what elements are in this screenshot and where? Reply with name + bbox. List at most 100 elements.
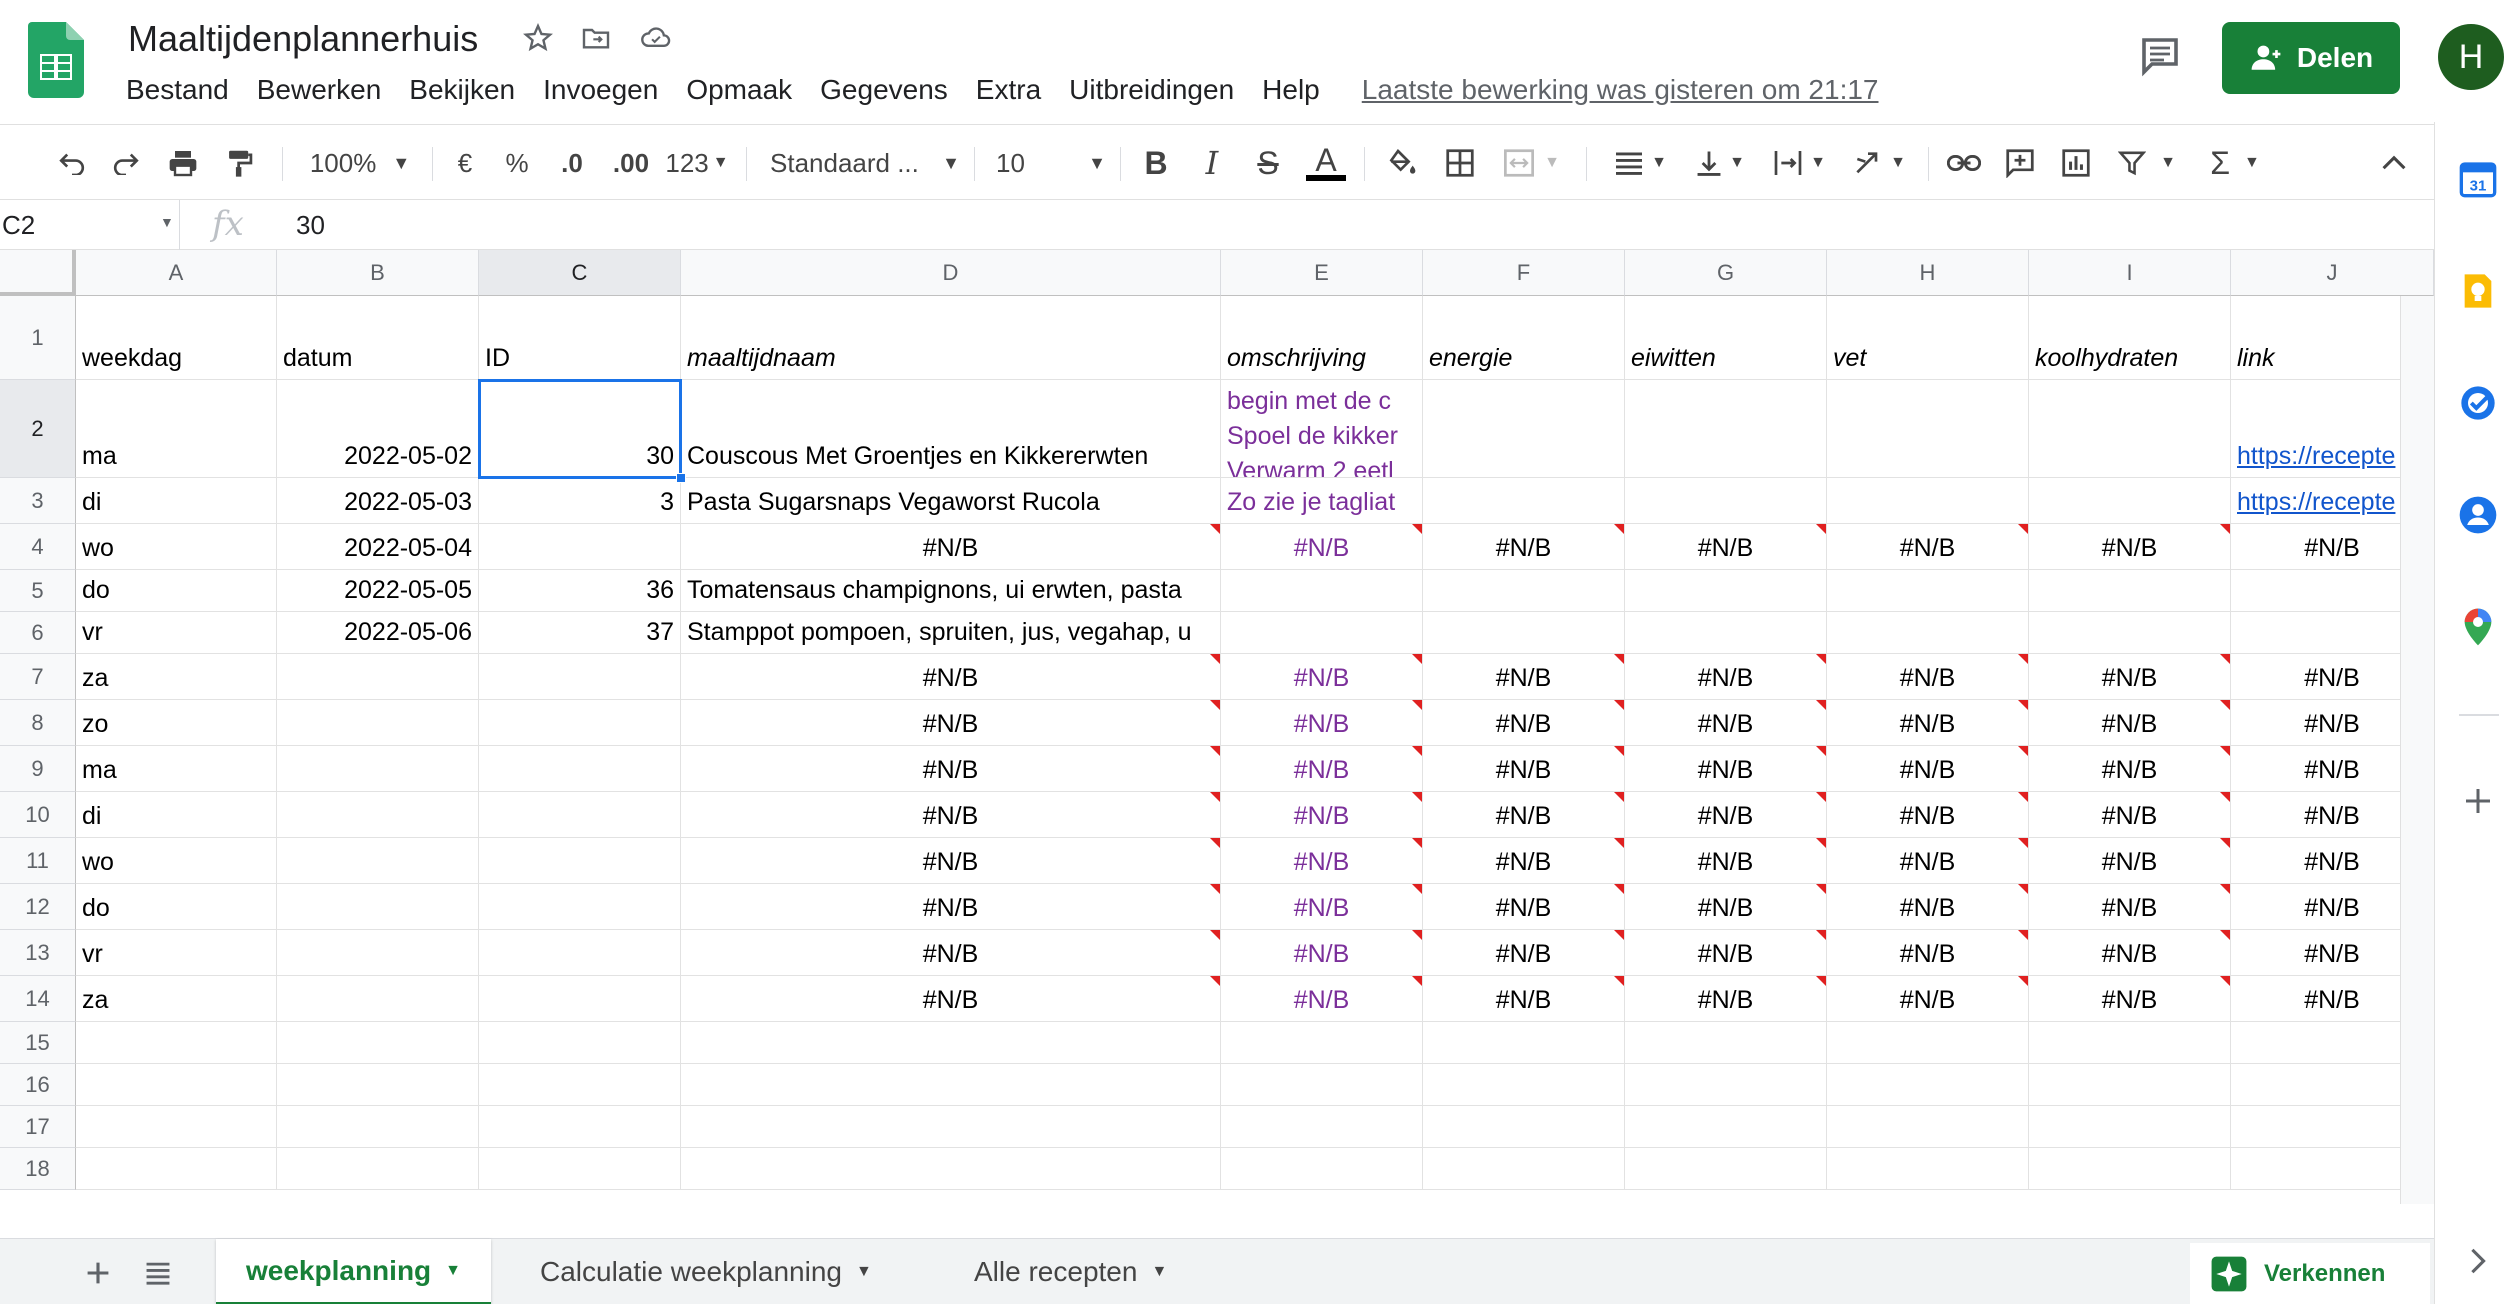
cell-i9[interactable]: #N/B — [2029, 746, 2231, 792]
cell-f3[interactable] — [1423, 478, 1625, 524]
cell-f9[interactable]: #N/B — [1423, 746, 1625, 792]
cell-f2[interactable] — [1423, 380, 1625, 478]
cell-f5[interactable] — [1423, 570, 1625, 612]
cell-i7[interactable]: #N/B — [2029, 654, 2231, 700]
insert-chart-icon[interactable] — [2056, 139, 2096, 187]
filter-icon[interactable]: ▼ — [2112, 139, 2182, 187]
cell-h16[interactable] — [1827, 1064, 2029, 1106]
cell-c12[interactable] — [479, 884, 681, 930]
name-box[interactable]: C2 ▼ — [0, 200, 180, 250]
horizontal-align-icon[interactable]: ▼ — [1610, 139, 1670, 187]
cell-d18[interactable] — [681, 1148, 1221, 1190]
tasks-icon[interactable] — [2455, 380, 2501, 426]
cell-a5[interactable]: do — [76, 570, 277, 612]
cell-b1[interactable]: datum — [277, 296, 479, 380]
cell-c16[interactable] — [479, 1064, 681, 1106]
cell-a7[interactable]: za — [76, 654, 277, 700]
cloud-saved-icon[interactable] — [636, 18, 676, 58]
cell-d5[interactable]: Tomatensaus champignons, ui erwten, past… — [681, 570, 1221, 612]
cell-h13[interactable]: #N/B — [1827, 930, 2029, 976]
cell-d6[interactable]: Stamppot pompoen, spruiten, jus, vegahap… — [681, 612, 1221, 654]
cell-e7[interactable]: #N/B — [1221, 654, 1423, 700]
all-sheets-icon[interactable] — [138, 1253, 178, 1293]
functions-icon[interactable]: Σ ▼ — [2200, 139, 2270, 187]
cell-a4[interactable]: wo — [76, 524, 277, 570]
menu-bekijken[interactable]: Bekijken — [395, 74, 529, 106]
print-icon[interactable] — [164, 139, 202, 187]
cell-f8[interactable]: #N/B — [1423, 700, 1625, 746]
vertical-align-icon[interactable]: ▼ — [1690, 139, 1750, 187]
explore-button[interactable]: Verkennen — [2190, 1243, 2430, 1304]
vertical-scrollbar[interactable] — [2400, 296, 2434, 1204]
cell-i2[interactable] — [2029, 380, 2231, 478]
cell-b8[interactable] — [277, 700, 479, 746]
add-sheet-icon[interactable] — [78, 1253, 118, 1293]
keep-icon[interactable] — [2455, 268, 2501, 314]
cell-c15[interactable] — [479, 1022, 681, 1064]
undo-icon[interactable] — [54, 139, 90, 187]
cell-f15[interactable] — [1423, 1022, 1625, 1064]
cell-c11[interactable] — [479, 838, 681, 884]
cell-d13[interactable]: #N/B — [681, 930, 1221, 976]
row-header-18[interactable]: 18 — [0, 1148, 76, 1190]
cell-d17[interactable] — [681, 1106, 1221, 1148]
cell-c7[interactable] — [479, 654, 681, 700]
document-title[interactable]: Maaltijdenplannerhuis — [128, 18, 478, 60]
cell-h11[interactable]: #N/B — [1827, 838, 2029, 884]
cell-a16[interactable] — [76, 1064, 277, 1106]
cell-d12[interactable]: #N/B — [681, 884, 1221, 930]
cell-e13[interactable]: #N/B — [1221, 930, 1423, 976]
column-header-i[interactable]: I — [2029, 250, 2231, 296]
sheets-logo-icon[interactable] — [28, 22, 84, 98]
formula-input[interactable]: 30 — [296, 210, 325, 241]
cell-d16[interactable] — [681, 1064, 1221, 1106]
column-header-b[interactable]: B — [277, 250, 479, 296]
cell-b7[interactable] — [277, 654, 479, 700]
cell-h17[interactable] — [1827, 1106, 2029, 1148]
cell-a3[interactable]: di — [76, 478, 277, 524]
borders-icon[interactable] — [1440, 139, 1480, 187]
select-all-corner[interactable] — [0, 250, 76, 296]
cell-g16[interactable] — [1625, 1064, 1827, 1106]
row-header-16[interactable]: 16 — [0, 1064, 76, 1106]
cell-h8[interactable]: #N/B — [1827, 700, 2029, 746]
cell-g2[interactable] — [1625, 380, 1827, 478]
cell-e14[interactable]: #N/B — [1221, 976, 1423, 1022]
cell-d7[interactable]: #N/B — [681, 654, 1221, 700]
currency-format-button[interactable]: € — [450, 139, 480, 187]
column-header-e[interactable]: E — [1221, 250, 1423, 296]
column-header-f[interactable]: F — [1423, 250, 1625, 296]
paint-format-icon[interactable] — [222, 139, 258, 187]
cell-f7[interactable]: #N/B — [1423, 654, 1625, 700]
cell-c14[interactable] — [479, 976, 681, 1022]
cell-e8[interactable]: #N/B — [1221, 700, 1423, 746]
cell-b15[interactable] — [277, 1022, 479, 1064]
menu-uitbreidingen[interactable]: Uitbreidingen — [1055, 74, 1248, 106]
column-header-a[interactable]: A — [76, 250, 277, 296]
cell-i1[interactable]: koolhydraten — [2029, 296, 2231, 380]
cell-h1[interactable]: vet — [1827, 296, 2029, 380]
cell-i15[interactable] — [2029, 1022, 2231, 1064]
cell-b2[interactable]: 2022-05-02 — [277, 380, 479, 478]
cell-g3[interactable] — [1625, 478, 1827, 524]
cell-g8[interactable]: #N/B — [1625, 700, 1827, 746]
cell-a1[interactable]: weekdag — [76, 296, 277, 380]
cell-f10[interactable]: #N/B — [1423, 792, 1625, 838]
cell-d9[interactable]: #N/B — [681, 746, 1221, 792]
column-header-h[interactable]: H — [1827, 250, 2029, 296]
cell-e9[interactable]: #N/B — [1221, 746, 1423, 792]
cell-b10[interactable] — [277, 792, 479, 838]
cell-d15[interactable] — [681, 1022, 1221, 1064]
cell-a17[interactable] — [76, 1106, 277, 1148]
cell-d11[interactable]: #N/B — [681, 838, 1221, 884]
row-header-13[interactable]: 13 — [0, 930, 76, 976]
cell-f11[interactable]: #N/B — [1423, 838, 1625, 884]
row-header-8[interactable]: 8 — [0, 700, 76, 746]
cell-g5[interactable] — [1625, 570, 1827, 612]
last-edit-link[interactable]: Laatste bewerking was gisteren om 21:17 — [1362, 74, 1879, 106]
cell-h14[interactable]: #N/B — [1827, 976, 2029, 1022]
cell-c1[interactable]: ID — [479, 296, 681, 380]
cell-b3[interactable]: 2022-05-03 — [277, 478, 479, 524]
fill-handle[interactable] — [676, 473, 686, 483]
comment-history-icon[interactable] — [2136, 32, 2184, 80]
